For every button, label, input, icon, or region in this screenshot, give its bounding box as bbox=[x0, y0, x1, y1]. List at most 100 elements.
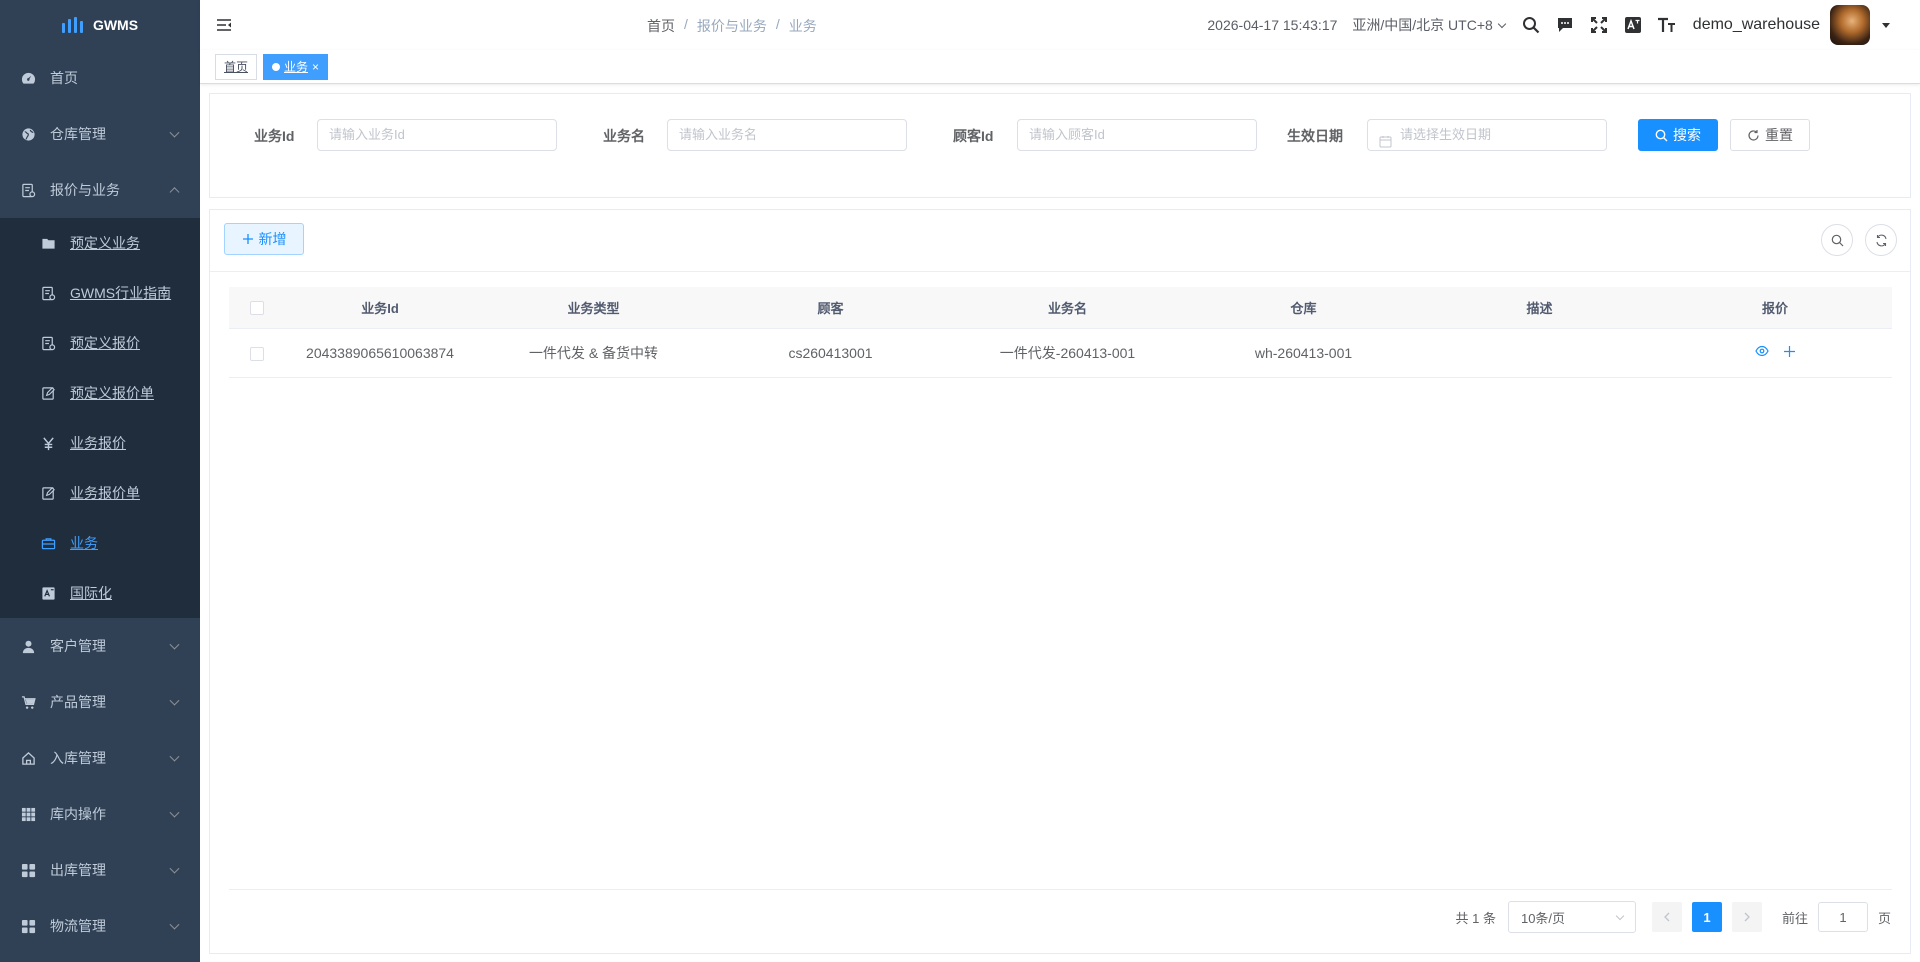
goto-page-input[interactable] bbox=[1817, 902, 1868, 932]
form-icon bbox=[20, 182, 36, 198]
search-button[interactable]: 搜索 bbox=[1638, 119, 1718, 151]
business-id-input[interactable]: 请输入业务Id bbox=[317, 119, 557, 151]
breadcrumb-item-home[interactable]: 首页 bbox=[647, 16, 675, 36]
navbar: 首页 / 报价与业务 / 业务 2026-04-17 15:43:17 亚洲/中… bbox=[200, 0, 1920, 50]
sidebar-item-logistics[interactable]: 物流管理 bbox=[0, 898, 200, 954]
sidebar-item-business[interactable]: 业务 bbox=[0, 518, 200, 568]
font-size-icon[interactable] bbox=[1657, 15, 1677, 35]
sidebar-item-label: 报价与业务 bbox=[50, 182, 120, 198]
column-header: 业务Id bbox=[285, 287, 475, 329]
sidebar-item-label: 预定义报价单 bbox=[70, 385, 154, 401]
toolbar-divider bbox=[210, 271, 1910, 272]
sidebar-item-i18n[interactable]: 国际化 bbox=[0, 568, 200, 618]
hamburger-icon[interactable] bbox=[216, 17, 232, 33]
sidebar-item-warehouse[interactable]: 仓库管理 bbox=[0, 106, 200, 162]
prev-page-button[interactable] bbox=[1651, 902, 1682, 932]
apps-icon bbox=[20, 862, 36, 878]
sidebar-item-label: 首页 bbox=[50, 70, 78, 86]
chevron-down-icon bbox=[1615, 911, 1625, 920]
sidebar-item-warehouse-ops[interactable]: 库内操作 bbox=[0, 786, 200, 842]
tag-business[interactable]: 业务 × bbox=[263, 54, 329, 80]
message-icon[interactable] bbox=[1555, 15, 1575, 35]
sidebar-item-business-quote[interactable]: 业务报价 bbox=[0, 418, 200, 468]
chevron-down-icon bbox=[169, 695, 180, 706]
sidebar-item-label: 产品管理 bbox=[50, 694, 106, 710]
translate-icon[interactable] bbox=[1623, 15, 1643, 35]
row-checkbox[interactable] bbox=[250, 346, 264, 361]
logo-text: GWMS bbox=[92, 17, 139, 33]
add-button-label: 新增 bbox=[258, 231, 287, 247]
page-number-button[interactable]: 1 bbox=[1691, 902, 1722, 932]
sidebar-item-industry-guide[interactable]: GWMS行业指南 bbox=[0, 268, 200, 318]
reset-button[interactable]: 重置 bbox=[1730, 119, 1810, 151]
tag-label: 首页 bbox=[224, 60, 249, 74]
cell-description bbox=[1421, 328, 1658, 378]
column-header: 报价 bbox=[1658, 287, 1892, 329]
sidebar-item-business-quote-sheet[interactable]: 业务报价单 bbox=[0, 468, 200, 518]
business-table: 业务Id 业务类型 顾客 业务名 仓库 描述 报价 20433890656100… bbox=[229, 287, 1892, 378]
search-button-label: 搜索 bbox=[1673, 127, 1701, 143]
breadcrumb-separator: / bbox=[684, 16, 688, 32]
column-header: 顾客 bbox=[712, 287, 949, 329]
sidebar-item-label: 预定义报价 bbox=[70, 335, 140, 351]
column-header: 仓库 bbox=[1186, 287, 1421, 329]
breadcrumb-separator: / bbox=[775, 16, 780, 32]
sidebar-item-predefined-quote[interactable]: 预定义报价 bbox=[0, 318, 200, 368]
sidebar-item-outbound[interactable]: 出库管理 bbox=[0, 842, 200, 898]
calendar-icon bbox=[1379, 129, 1392, 159]
add-button[interactable]: 新增 bbox=[224, 223, 304, 255]
add-quote-icon[interactable] bbox=[1783, 345, 1796, 358]
close-icon[interactable]: × bbox=[312, 60, 319, 74]
tag-label: 业务 bbox=[284, 60, 309, 74]
sidebar-item-label: 预定义业务 bbox=[70, 235, 140, 251]
customer-id-input[interactable]: 请输入顾客Id bbox=[1017, 119, 1257, 151]
tag-home[interactable]: 首页 bbox=[215, 54, 258, 80]
search-icon[interactable] bbox=[1521, 15, 1541, 35]
cell-business-name: 一件代发-260413-001 bbox=[949, 328, 1186, 378]
timezone-select[interactable]: 亚洲/中国/北京 UTC+8 bbox=[1352, 15, 1507, 35]
caret-down-icon[interactable] bbox=[1882, 22, 1890, 28]
avatar[interactable] bbox=[1830, 5, 1870, 45]
sidebar-item-quote-business[interactable]: 报价与业务 bbox=[0, 162, 200, 218]
sidebar-item-product[interactable]: 产品管理 bbox=[0, 674, 200, 730]
right-menu: 2026-04-17 15:43:17 亚洲/中国/北京 UTC+8 demo_… bbox=[1207, 0, 1890, 50]
sidebar-item-label: 客户管理 bbox=[50, 638, 106, 654]
select-all-checkbox[interactable] bbox=[250, 301, 264, 316]
search-icon bbox=[1831, 234, 1843, 246]
dashboard-icon bbox=[20, 70, 36, 86]
logo[interactable]: GWMS bbox=[0, 0, 200, 50]
effective-date-placeholder: 请选择生效日期 bbox=[1400, 127, 1492, 142]
search-icon bbox=[1655, 129, 1668, 141]
home-in-icon bbox=[20, 750, 36, 766]
sidebar-item-predefined-business[interactable]: 预定义业务 bbox=[0, 218, 200, 268]
chevron-right-icon bbox=[1744, 912, 1750, 922]
yen-icon bbox=[40, 435, 56, 451]
cell-business-type: 一件代发 & 备货中转 bbox=[475, 328, 712, 378]
page-size-select[interactable]: 10条/页 bbox=[1507, 901, 1636, 933]
column-header: 描述 bbox=[1421, 287, 1658, 329]
effective-date-picker[interactable]: 请选择生效日期 bbox=[1367, 119, 1607, 151]
toggle-search-button[interactable] bbox=[1821, 224, 1853, 256]
business-name-input[interactable]: 请输入业务名 bbox=[667, 119, 907, 151]
user-icon bbox=[20, 638, 36, 654]
view-icon[interactable] bbox=[1754, 344, 1769, 358]
sidebar-item-customer[interactable]: 客户管理 bbox=[0, 618, 200, 674]
refresh-button[interactable] bbox=[1865, 224, 1897, 256]
breadcrumb-item-business: 业务 bbox=[788, 18, 817, 34]
username[interactable]: demo_warehouse bbox=[1693, 16, 1820, 34]
sidebar-item-home[interactable]: 首页 bbox=[0, 50, 200, 106]
sidebar-item-inbound[interactable]: 入库管理 bbox=[0, 730, 200, 786]
briefcase-icon bbox=[40, 535, 56, 551]
sidebar-item-label: 业务报价 bbox=[70, 435, 126, 451]
select-all-cell bbox=[229, 287, 285, 329]
cell-customer: cs260413001 bbox=[712, 328, 949, 378]
sidebar-item-label: 入库管理 bbox=[50, 750, 106, 766]
sidebar-item-predefined-quote-sheet[interactable]: 预定义报价单 bbox=[0, 368, 200, 418]
customer-id-label: 顾客Id bbox=[953, 128, 994, 144]
fullscreen-icon[interactable] bbox=[1589, 15, 1609, 35]
business-id-label: 业务Id bbox=[254, 128, 295, 144]
grid-icon bbox=[20, 806, 36, 822]
cart-icon bbox=[20, 694, 36, 710]
business-name-label: 业务名 bbox=[603, 128, 645, 144]
next-page-button[interactable] bbox=[1731, 902, 1762, 932]
